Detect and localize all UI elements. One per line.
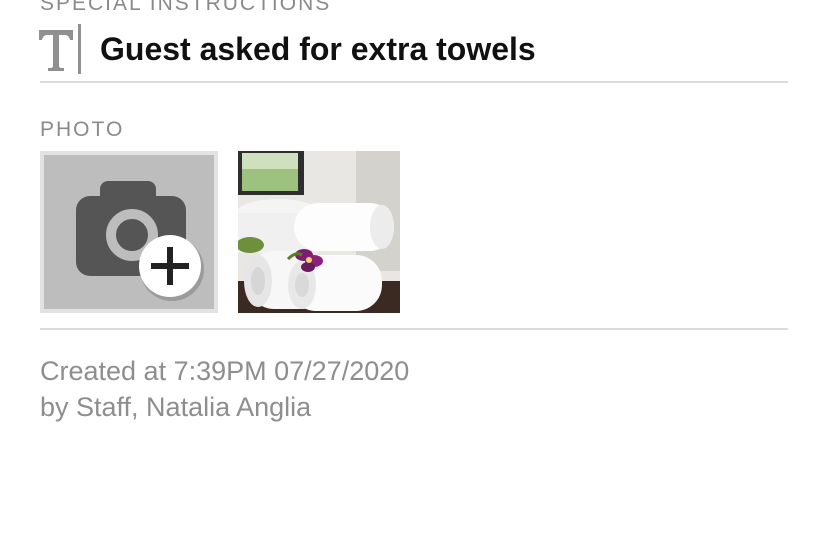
special-instructions-text: Guest asked for extra towels: [100, 30, 536, 67]
divider: [40, 328, 788, 330]
photo-label: PHOTO: [40, 118, 125, 141]
task-detail-page: SPECIAL INSTRUCTIONS Guest asked for ext…: [0, 0, 828, 534]
photo-thumbnail[interactable]: [238, 151, 400, 313]
add-photo-button[interactable]: [40, 151, 218, 313]
text-format-icon: [38, 24, 86, 74]
special-instructions-label: SPECIAL INSTRUCTIONS: [40, 0, 332, 15]
divider: [40, 81, 788, 83]
camera-add-icon: [76, 181, 204, 301]
towels-photo: [238, 151, 400, 313]
created-timestamp: Created at 7:39PM 07/27/2020: [40, 356, 410, 386]
special-instructions-row[interactable]: Guest asked for extra towels: [38, 24, 788, 74]
created-by: by Staff, Natalia Anglia: [40, 392, 312, 422]
